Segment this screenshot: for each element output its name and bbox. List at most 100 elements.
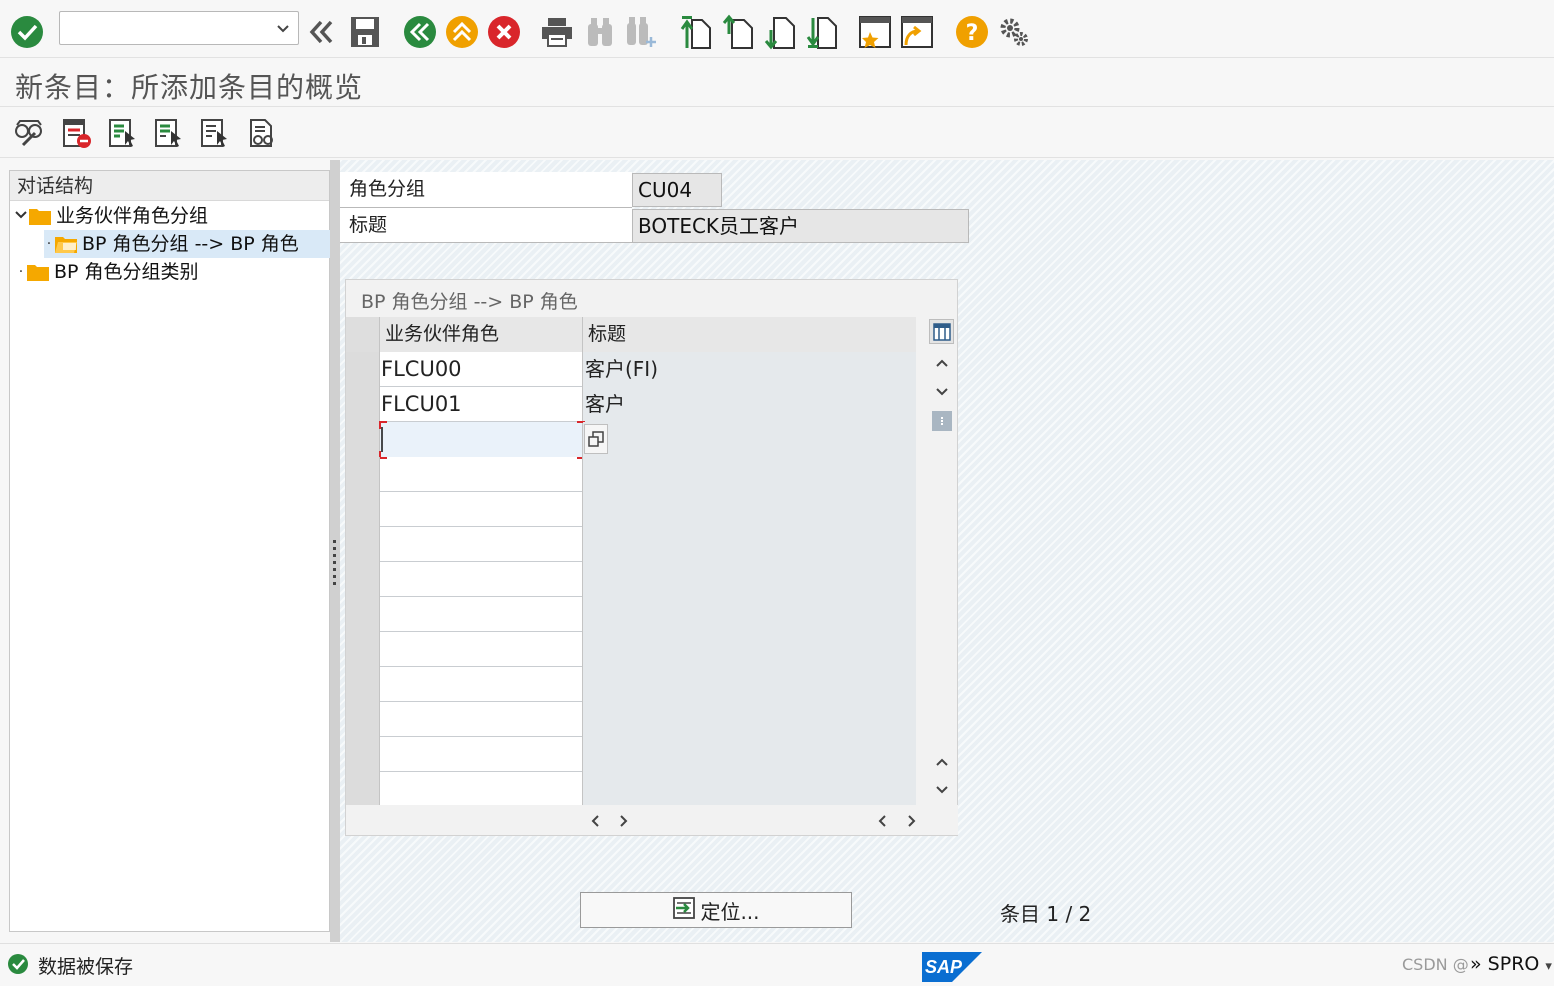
row-selector[interactable] (346, 597, 380, 632)
bp-role-cell[interactable] (380, 492, 583, 527)
previous-page-icon[interactable] (722, 12, 756, 52)
transaction-code-text: SPRO (1487, 953, 1540, 975)
bp-role-cell[interactable] (380, 667, 583, 702)
title-cell (583, 597, 916, 632)
table-control: 业务伙伴角色 标题 FLCU00 客户(FI) FLCU01 客户 (346, 317, 916, 805)
table-row: FLCU00 客户(FI) (346, 352, 916, 387)
transaction-code[interactable]: » SPRO ▾ (1470, 953, 1552, 975)
row-selector[interactable] (346, 632, 380, 667)
success-icon (7, 953, 29, 979)
scroll-down-icon[interactable] (929, 777, 954, 802)
watermark: CSDN @ (1402, 955, 1469, 974)
table-container: BP 角色分组 --> BP 角色 业务伙伴角色 标题 FLCU00 客户(FI… (345, 279, 958, 836)
row-selector[interactable] (346, 492, 380, 527)
chevron-down-icon[interactable]: ▾ (1545, 959, 1552, 974)
entry-counter: 条目 1 / 2 (1000, 898, 1091, 927)
row-selector[interactable] (346, 457, 380, 492)
row-selector[interactable] (346, 562, 380, 597)
display-change-icon[interactable] (12, 116, 46, 150)
last-page-icon[interactable] (806, 12, 840, 52)
chevron-down-icon[interactable] (276, 21, 290, 40)
column-header-bp-role[interactable]: 业务伙伴角色 (380, 317, 583, 352)
scroll-thumb[interactable] (929, 408, 954, 433)
command-field[interactable] (59, 11, 299, 45)
exit-icon[interactable] (445, 12, 479, 52)
tree-node-label: 业务伙伴角色分组 (56, 205, 209, 227)
focus-frame-icon (379, 421, 585, 459)
select-all-icon[interactable] (106, 116, 140, 150)
scroll-page-up-icon[interactable] (929, 350, 954, 375)
bp-role-cell[interactable] (380, 772, 583, 805)
bp-role-input[interactable] (379, 421, 585, 459)
bp-role-cell[interactable] (380, 737, 583, 772)
scroll-up-icon[interactable] (929, 749, 954, 774)
role-group-label: 角色分组 (340, 172, 632, 208)
save-icon[interactable] (348, 12, 382, 52)
bp-role-cell[interactable]: FLCU01 (380, 387, 583, 422)
create-session-icon[interactable] (858, 12, 892, 52)
table-row (346, 492, 916, 527)
svg-text:?: ? (966, 21, 979, 46)
tree-node-bp-role-grouping-to-bp-role[interactable]: · BP 角色分组 --> BP 角色 (44, 230, 330, 258)
bp-role-cell[interactable] (380, 632, 583, 667)
scroll-left-icon[interactable] (877, 813, 887, 832)
position-icon (672, 896, 696, 925)
bp-role-cell[interactable] (380, 457, 583, 492)
row-selector[interactable] (346, 772, 380, 805)
scroll-page-down-icon[interactable] (929, 379, 954, 404)
print-preview-icon[interactable] (246, 116, 280, 150)
next-page-icon[interactable] (764, 12, 798, 52)
generate-shortcut-icon[interactable] (900, 12, 934, 52)
title-cell (583, 457, 916, 492)
chevron-down-icon[interactable] (14, 202, 28, 230)
value-help-icon[interactable] (584, 424, 608, 454)
enter-icon[interactable] (10, 12, 44, 52)
row-selector[interactable] (346, 667, 380, 702)
bp-role-cell[interactable] (380, 702, 583, 737)
status-bar: 数据被保存 SAP CSDN @ » SPRO ▾ (0, 943, 1554, 982)
table-row (346, 632, 916, 667)
find-next-icon[interactable] (625, 12, 659, 52)
scroll-right-icon[interactable] (619, 813, 629, 832)
title-cell (583, 632, 916, 667)
select-all-rows-cell[interactable] (346, 317, 380, 352)
row-selector[interactable] (346, 422, 380, 457)
splitter-grip-icon[interactable] (333, 540, 336, 588)
bp-role-cell[interactable] (380, 597, 583, 632)
find-icon[interactable] (583, 12, 617, 52)
cancel-icon[interactable] (487, 12, 521, 52)
tree-node-bp-role-grouping-category[interactable]: · BP 角色分组类别 (16, 258, 199, 286)
title-cell (583, 702, 916, 737)
title-label: 标题 (340, 208, 632, 243)
row-selector[interactable] (346, 527, 380, 562)
table-row (346, 667, 916, 702)
help-icon[interactable]: ? (955, 12, 989, 52)
tree-node-bp-role-grouping[interactable]: 业务伙伴角色分组 (14, 202, 208, 230)
print-icon[interactable] (540, 12, 574, 52)
row-selector[interactable] (346, 352, 380, 387)
first-page-icon[interactable] (680, 12, 714, 52)
back-double-icon[interactable] (304, 12, 338, 52)
settings-icon[interactable] (997, 12, 1031, 52)
table-row (346, 562, 916, 597)
table-row: FLCU01 客户 (346, 387, 916, 422)
status-message[interactable]: 数据被保存 (38, 952, 133, 979)
table-settings-icon[interactable] (929, 319, 954, 344)
row-selector[interactable] (346, 702, 380, 737)
bp-role-cell[interactable] (380, 562, 583, 597)
bp-role-cell[interactable]: FLCU00 (380, 352, 583, 387)
vertical-scrollbar[interactable] (929, 317, 954, 805)
column-header-title[interactable]: 标题 (583, 317, 916, 352)
select-block-icon[interactable] (152, 116, 186, 150)
scroll-right-icon[interactable] (907, 813, 917, 832)
scroll-left-icon[interactable] (590, 813, 600, 832)
row-selector[interactable] (346, 737, 380, 772)
bp-role-cell[interactable] (380, 527, 583, 562)
delete-icon[interactable] (60, 116, 94, 150)
deselect-all-icon[interactable] (198, 116, 232, 150)
back-icon[interactable] (403, 12, 437, 52)
position-button[interactable]: 定位... (580, 892, 852, 928)
panel-splitter[interactable] (330, 160, 340, 942)
title-cell (583, 422, 916, 457)
row-selector[interactable] (346, 387, 380, 422)
